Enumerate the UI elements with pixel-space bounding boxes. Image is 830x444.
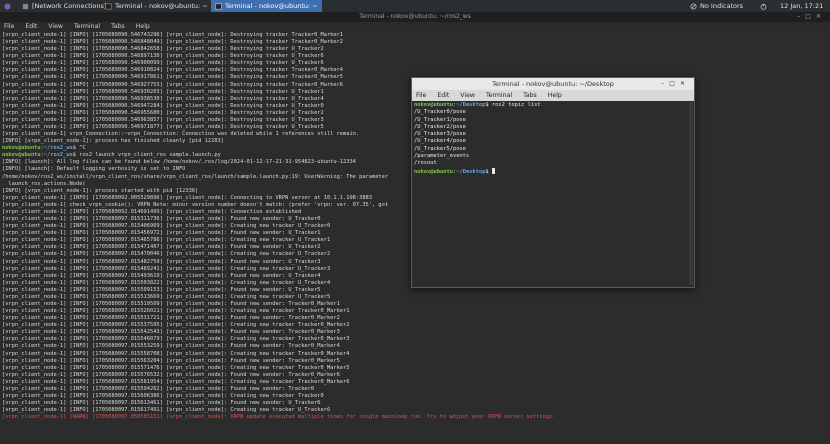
prompt-path: ~/Desktop	[456, 168, 486, 175]
clock[interactable]: 12 Jan, 17:21	[780, 0, 823, 12]
terminal-line: [vrpn_client_node-1] [INFO] [1705080097.…	[2, 400, 321, 407]
popup-menubar: File Edit View Terminal Tabs Help	[412, 90, 694, 101]
menu-tabs[interactable]: Tabs	[523, 92, 537, 99]
topic-list-item: /rosout	[414, 160, 437, 167]
terminal-line: [vrpn_client_node-1] [INFO] [1705080097.…	[2, 371, 340, 378]
popup-window-title: Terminal - nokov@ubuntu: ~/Desktop	[492, 80, 614, 88]
prompt-path: ~/ros2_ws	[43, 152, 73, 159]
taskbar-tab-label: [Network Connections]	[32, 2, 107, 10]
popup-scrollbar[interactable]	[689, 102, 693, 285]
terminal-prompt-line: nokov@ubuntu:~/Desktop$ ros2 topic list	[414, 102, 541, 108]
main-window-title: Terminal - nokov@ubuntu: ~/ros2_ws	[359, 13, 471, 20]
terminal-line: [vrpn_client_node-1] [INFO] [1705080097.…	[2, 343, 340, 350]
terminal-line: [vrpn_client_node-1] [WARN] [1705080097.…	[2, 414, 556, 421]
indicator-icon[interactable]: No Indicators	[690, 0, 743, 12]
terminal-line: [vrpn_client_node-1] [INFO] [1705080097.…	[2, 392, 324, 399]
power-icon[interactable]	[760, 0, 770, 12]
terminal-line: [vrpn_client_node-1] [INFO] [1705080097.…	[2, 407, 331, 414]
topic-list-item: /parameter_events	[414, 153, 470, 160]
prompt-user: nokov@ubuntu	[414, 102, 453, 108]
terminal-line: [vrpn_client_node-1] [INFO] [1705080097.…	[2, 364, 350, 371]
taskbar-tab-terminal-1[interactable]: Terminal - nokov@ubuntu: ~	[101, 0, 212, 12]
terminal-line: [vrpn_client_node-1] [INFO] [1705080090.…	[2, 32, 344, 38]
prompt-user: nokov@ubuntu	[2, 152, 41, 159]
taskbar-tab-label: Terminal - nokov@ubuntu: ~	[225, 2, 318, 10]
popup-terminal-output[interactable]: nokov@ubuntu:~/Desktop$ ros2 topic list /…	[414, 102, 686, 287]
terminal-line: [vrpn_client_node-1] [INFO] [1705080097.…	[2, 315, 340, 322]
terminal-line: [vrpn_client_node-1] [INFO] [1705080097.…	[2, 300, 340, 307]
menu-edit[interactable]: Edit	[437, 92, 449, 99]
terminal-line: [vrpn_client_node-1] [INFO] [1705080090.…	[2, 53, 324, 60]
terminal-line: [vrpn_client_node-1] [INFO] [1705080097.…	[2, 350, 350, 357]
topic-list-item: /U_Tracker3/pose	[414, 131, 466, 138]
indicators-label: No Indicators	[700, 2, 744, 10]
topic-list-item: /U_Tracker2/pose	[414, 123, 466, 130]
menu-tabs[interactable]: Tabs	[111, 23, 125, 30]
terminal-line: [vrpn_client_node-1] [INFO] [1705080097.…	[2, 385, 315, 392]
menu-view[interactable]: View	[460, 92, 475, 99]
terminal-line: [vrpn_client_node-1] [INFO] [1705080097.…	[2, 357, 340, 364]
topic-list-item: /U_Tracker5/pose	[414, 145, 466, 152]
terminal-line: [vrpn_client_node-1] [INFO] [1705080097.…	[2, 336, 350, 343]
taskbar-tab-terminal-2[interactable]: Terminal - nokov@ubuntu: ~	[211, 0, 322, 12]
prompt-user: nokov@ubuntu	[414, 168, 453, 175]
prompt-user: nokov@ubuntu	[2, 145, 41, 152]
menu-file[interactable]: File	[4, 23, 14, 30]
prompt-path: ~/ros2_ws	[43, 145, 73, 152]
window-controls[interactable]: –□✕	[797, 12, 826, 22]
taskbar-tab-label: Terminal - nokov@ubuntu: ~	[115, 2, 208, 10]
maximize-icon[interactable]: □	[669, 80, 680, 87]
terminal-prompt-line: nokov@ubuntu:~/Desktop$	[414, 167, 686, 176]
topic-list-item: /U_Tracker0/pose	[414, 109, 466, 116]
close-icon[interactable]: ✕	[816, 13, 826, 20]
popup-terminal-window[interactable]: Terminal - nokov@ubuntu: ~/Desktop –□✕ F…	[411, 77, 695, 288]
menu-terminal[interactable]: Terminal	[486, 92, 512, 99]
main-window-titlebar[interactable]: Terminal - nokov@ubuntu: ~/ros2_ws –□✕	[0, 12, 830, 22]
taskbar-tab-network[interactable]: [Network Connections]	[18, 0, 110, 12]
prompt-path: ~/Desktop	[456, 102, 486, 108]
terminal-line: [vrpn_client_node-1] [INFO] [1705080090.…	[2, 67, 344, 74]
terminal-line: [vrpn_client_node-1] [INFO] [1705080097.…	[2, 322, 350, 329]
maximize-icon[interactable]: □	[805, 13, 816, 20]
terminal-line: [vrpn_client_node-1] [INFO] [1705080097.…	[2, 329, 340, 336]
main-menubar: File Edit View Terminal Tabs Help	[0, 22, 830, 32]
menu-view[interactable]: View	[48, 23, 63, 30]
topic-list-item: /U_Tracker1/pose	[414, 116, 466, 123]
menu-help[interactable]: Help	[136, 23, 150, 30]
terminal-line: [vrpn_client_node-1] [INFO] [1705080097.…	[2, 293, 331, 300]
menu-edit[interactable]: Edit	[25, 23, 37, 30]
terminal-line: [vrpn_client_node-1] [INFO] [1705080090.…	[2, 39, 344, 46]
window-controls[interactable]: –□✕	[661, 78, 690, 90]
app-menu-icon[interactable]	[4, 0, 14, 12]
popup-window-titlebar[interactable]: Terminal - nokov@ubuntu: ~/Desktop –□✕	[412, 78, 694, 90]
terminal-line: [vrpn_client_node-1] [INFO] [1705080097.…	[2, 308, 350, 315]
menu-file[interactable]: File	[416, 92, 426, 99]
taskbar: [Network Connections] Terminal - nokov@u…	[0, 0, 830, 12]
terminal-line: [vrpn_client_node-1] [INFO] [1705080090.…	[2, 46, 324, 53]
menu-terminal[interactable]: Terminal	[74, 23, 100, 30]
text-cursor	[491, 167, 495, 174]
topic-list-item: /U_Tracker4/pose	[414, 138, 466, 145]
close-icon[interactable]: ✕	[680, 80, 690, 87]
menu-help[interactable]: Help	[548, 92, 562, 99]
terminal-line: [vrpn_client_node-1] [INFO] [1705080097.…	[2, 378, 350, 385]
terminal-line: [vrpn_client_node-1] [INFO] [1705080090.…	[2, 60, 324, 67]
